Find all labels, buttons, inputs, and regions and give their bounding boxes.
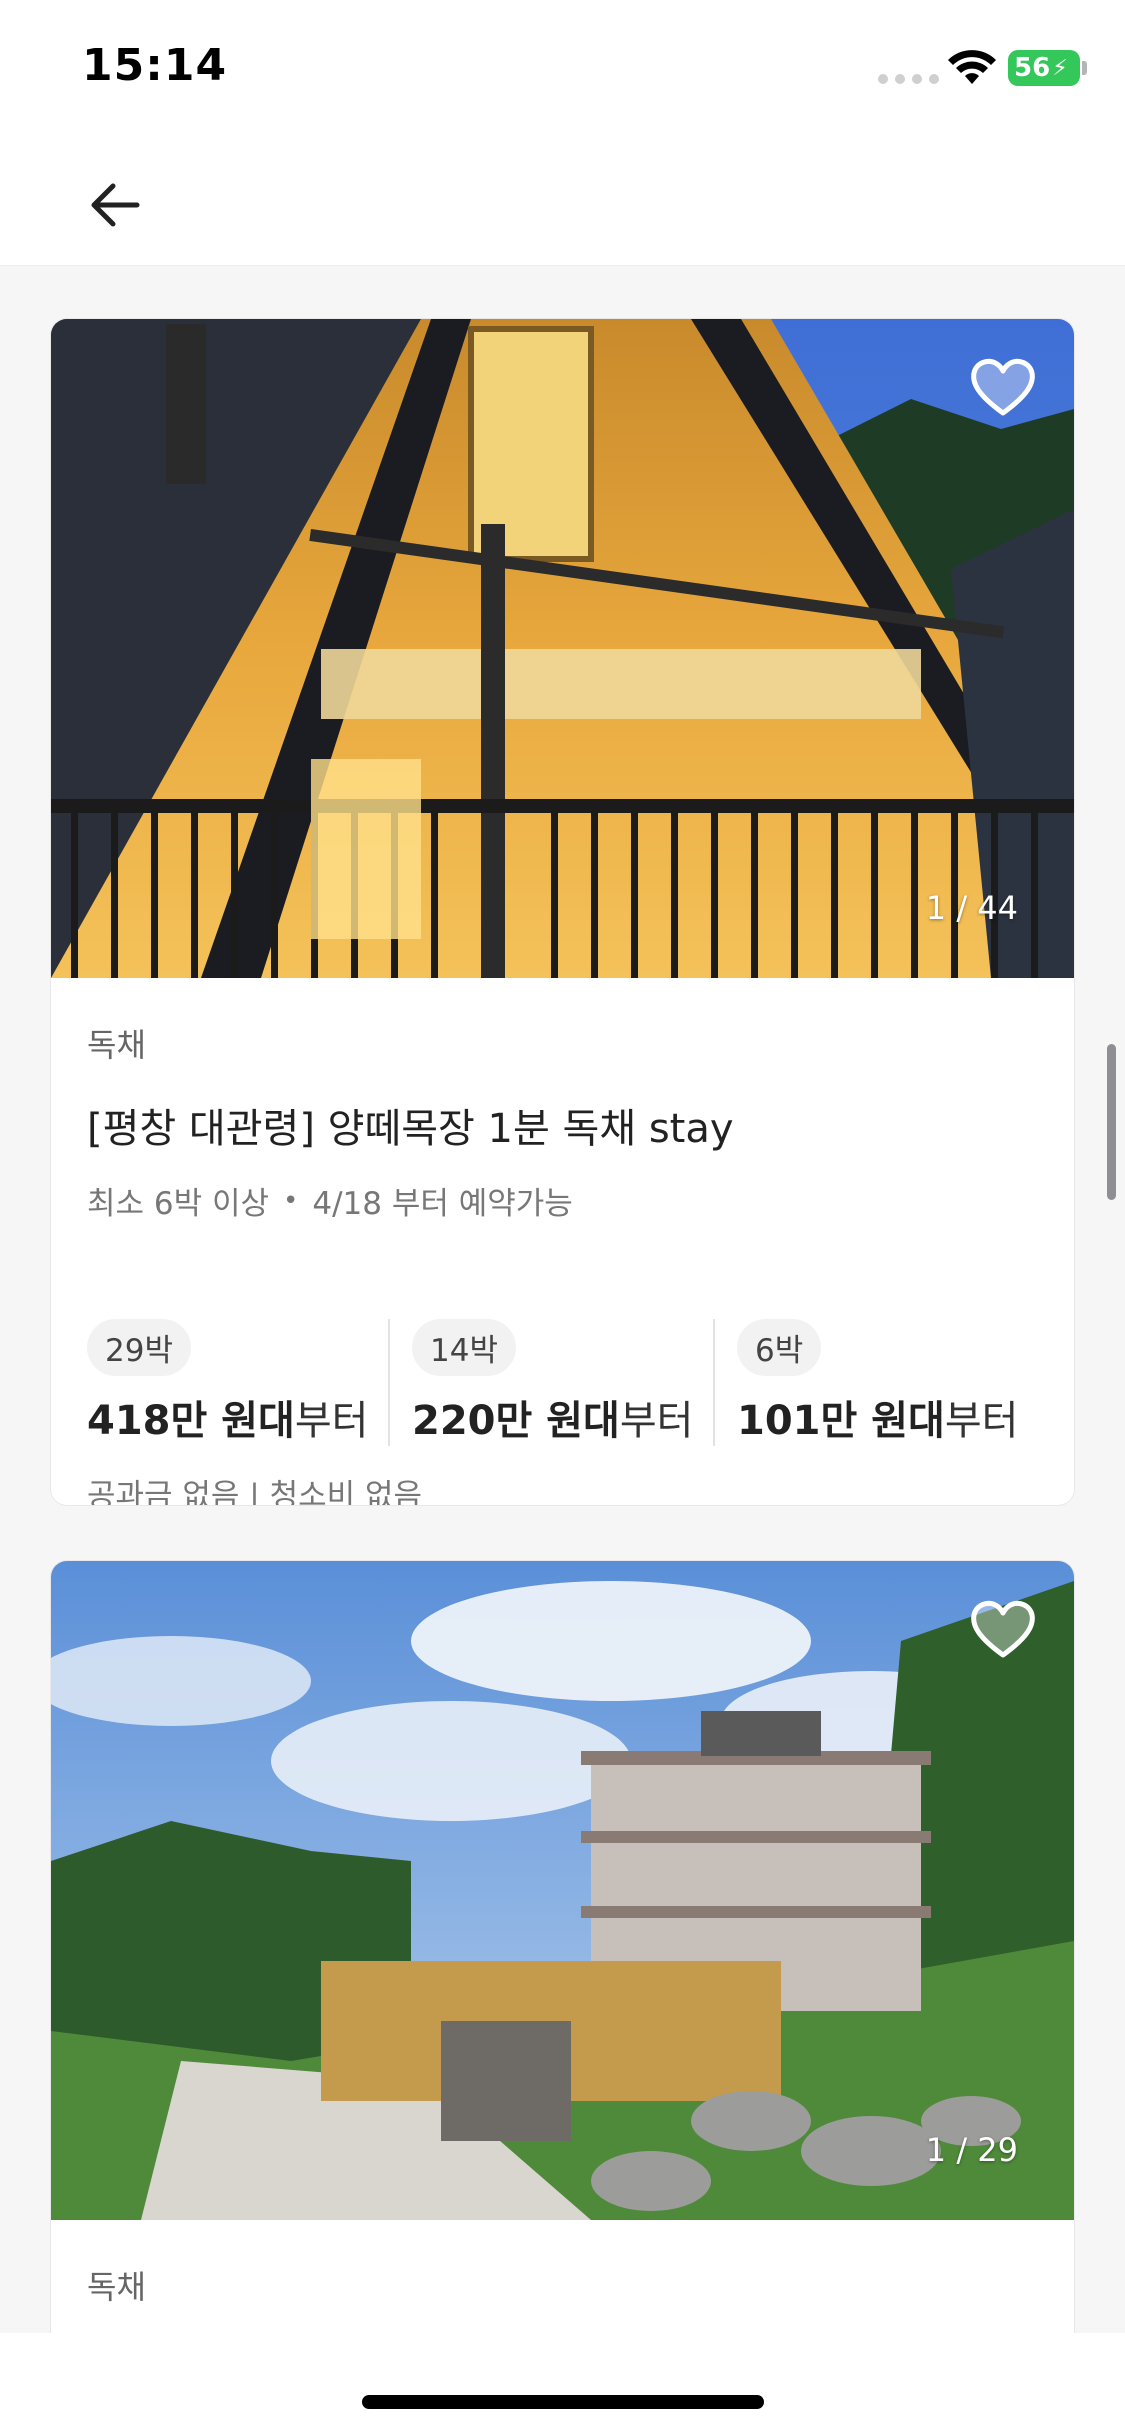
price-row: 29박 418만 원대부터 14박 220만 원대부터 6박 101만 원대부터 bbox=[87, 1319, 1038, 1446]
price-amount: 418만 원대 bbox=[87, 1398, 295, 1444]
a-frame-house-photo bbox=[51, 319, 1074, 978]
price-option: 14박 220만 원대부터 bbox=[388, 1319, 713, 1446]
wifi-icon bbox=[948, 50, 996, 84]
arrow-left-icon bbox=[91, 183, 140, 227]
status-time: 15:14 bbox=[82, 40, 228, 91]
listing-photo[interactable]: 1 / 29 bbox=[51, 1561, 1074, 2220]
min-stay: 최소 6박 이상 bbox=[87, 1186, 270, 1222]
scroll-indicator[interactable] bbox=[1107, 1044, 1116, 1200]
battery-cap bbox=[1082, 61, 1087, 75]
listing-card[interactable]: 1 / 29 독채 bbox=[51, 1561, 1074, 2361]
price-option: 6박 101만 원대부터 bbox=[713, 1319, 1038, 1446]
nights-badge: 14박 bbox=[412, 1319, 516, 1376]
price-amount: 220만 원대 bbox=[412, 1398, 620, 1444]
stay-info: 최소 6박 이상 • 4/18 부터 예약가능 bbox=[87, 1178, 1038, 1223]
fee-note: 공과금 없음 | 청소비 없음 bbox=[87, 1478, 423, 1505]
listing-category: 독채 bbox=[87, 2268, 146, 2306]
listing-info: 독채 [평창 대관령] 양떼목장 1분 독채 stay 최소 6박 이상 • 4… bbox=[51, 978, 1074, 1505]
price-text: 220만 원대부터 bbox=[412, 1388, 713, 1446]
photo-counter: 1 / 29 bbox=[925, 2131, 1018, 2169]
listing-card[interactable]: 1 / 44 독채 [평창 대관령] 양떼목장 1분 독채 stay 최소 6박… bbox=[51, 319, 1074, 1505]
bottom-safe-area bbox=[0, 2333, 1125, 2436]
listing-title: [평창 대관령] 양떼목장 1분 독채 stay bbox=[87, 1106, 734, 1152]
nights-badge: 29박 bbox=[87, 1319, 191, 1376]
battery-level: 56 bbox=[1014, 53, 1051, 83]
status-bar: 15:14 56 ⚡ bbox=[0, 0, 1125, 140]
listing-photo[interactable]: 1 / 44 bbox=[51, 319, 1074, 978]
favorite-heart-icon[interactable] bbox=[968, 355, 1038, 419]
availability: 4/18 부터 예약가능 bbox=[312, 1186, 573, 1222]
listing-category: 독채 bbox=[87, 1026, 146, 1064]
nights-badge: 6박 bbox=[737, 1319, 822, 1376]
price-text: 418만 원대부터 bbox=[87, 1388, 388, 1446]
price-text: 101만 원대부터 bbox=[737, 1388, 1038, 1446]
nav-bar bbox=[0, 140, 1125, 266]
home-indicator[interactable] bbox=[362, 2395, 764, 2409]
price-suffix: 부터 bbox=[944, 1398, 1019, 1444]
favorite-heart-icon[interactable] bbox=[968, 1597, 1038, 1661]
price-suffix: 부터 bbox=[294, 1398, 369, 1444]
photo-counter: 1 / 44 bbox=[925, 889, 1018, 927]
hillside-house-photo bbox=[51, 1561, 1074, 2220]
separator-dot: • bbox=[283, 1185, 299, 1216]
battery-icon: 56 ⚡ bbox=[1008, 50, 1080, 86]
cellular-signal-icon bbox=[878, 74, 939, 84]
price-suffix: 부터 bbox=[619, 1398, 694, 1444]
price-option: 29박 418만 원대부터 bbox=[87, 1319, 388, 1446]
listing-info: 독채 bbox=[51, 2220, 1074, 2308]
back-button[interactable] bbox=[80, 170, 150, 240]
price-amount: 101만 원대 bbox=[737, 1398, 945, 1444]
